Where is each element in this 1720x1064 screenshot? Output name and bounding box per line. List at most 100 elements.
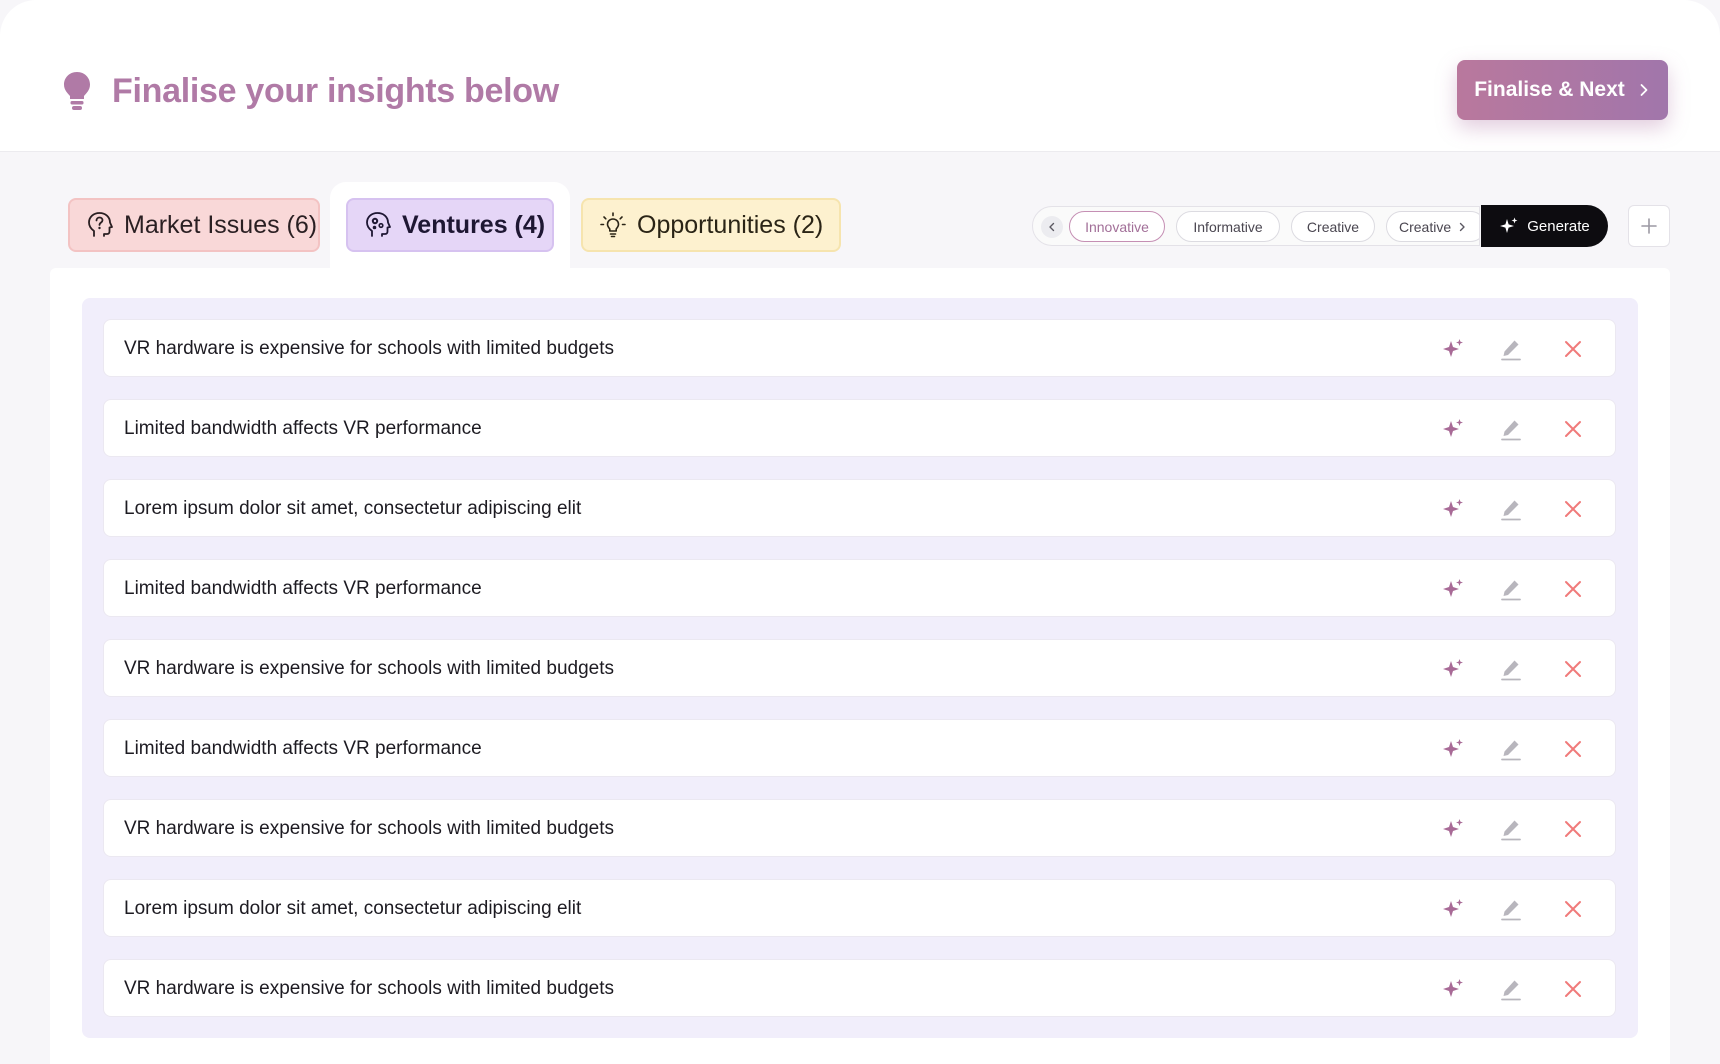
insight-row: Limited bandwidth affects VR performance bbox=[103, 719, 1616, 777]
regenerate-sparkle-button[interactable] bbox=[1440, 336, 1466, 362]
regenerate-sparkle-button[interactable] bbox=[1440, 896, 1466, 922]
edit-button[interactable] bbox=[1498, 336, 1524, 362]
insight-text: VR hardware is expensive for schools wit… bbox=[124, 978, 615, 999]
regenerate-sparkle-button[interactable] bbox=[1440, 576, 1466, 602]
chip-innovative[interactable]: Innovative bbox=[1069, 211, 1165, 242]
sparkle-icon bbox=[1443, 739, 1463, 757]
insight-text: Limited bandwidth affects VR performance bbox=[124, 738, 482, 759]
delete-button[interactable] bbox=[1560, 736, 1586, 762]
tab-opportunities[interactable]: Opportunities (2) bbox=[581, 198, 841, 252]
pencil-icon bbox=[1501, 340, 1521, 361]
sparkle-icon bbox=[1443, 419, 1463, 437]
pencil-icon bbox=[1501, 740, 1521, 761]
chip-scroll-left-button[interactable] bbox=[1041, 216, 1063, 238]
pencil-icon bbox=[1501, 500, 1521, 521]
close-icon bbox=[1565, 421, 1581, 437]
insight-text: VR hardware is expensive for schools wit… bbox=[124, 338, 615, 359]
chip-informative[interactable]: Informative bbox=[1176, 211, 1280, 242]
regenerate-sparkle-button[interactable] bbox=[1440, 416, 1466, 442]
insight-row: Lorem ipsum dolor sit amet, consectetur … bbox=[103, 879, 1616, 937]
close-icon bbox=[1565, 581, 1581, 597]
sparkle-icon bbox=[1443, 499, 1463, 517]
delete-button[interactable] bbox=[1560, 896, 1586, 922]
chevron-left-icon bbox=[1049, 222, 1055, 232]
insight-text: Lorem ipsum dolor sit amet, consectetur … bbox=[124, 898, 582, 919]
sparkle-icon bbox=[1443, 899, 1463, 917]
tab-opportunities-label: Opportunities (2) bbox=[637, 210, 824, 239]
sparkle-icon bbox=[1443, 579, 1463, 597]
sparkle-icon bbox=[1443, 339, 1463, 357]
delete-button[interactable] bbox=[1560, 976, 1586, 1002]
insight-row: VR hardware is expensive for schools wit… bbox=[103, 799, 1616, 857]
delete-button[interactable] bbox=[1560, 336, 1586, 362]
delete-button[interactable] bbox=[1560, 656, 1586, 682]
edit-button[interactable] bbox=[1498, 576, 1524, 602]
pencil-icon bbox=[1501, 580, 1521, 601]
insight-row: Limited bandwidth affects VR performance bbox=[103, 559, 1616, 617]
bulb-glow-icon bbox=[600, 212, 626, 238]
lightbulb-icon bbox=[64, 72, 90, 110]
edit-button[interactable] bbox=[1498, 896, 1524, 922]
header-bar: Finalise your insights below Finalise & … bbox=[0, 0, 1720, 152]
finalise-next-label: Finalise & Next bbox=[1474, 78, 1625, 101]
pencil-icon bbox=[1501, 980, 1521, 1001]
close-icon bbox=[1565, 341, 1581, 357]
sparkle-icon bbox=[1443, 819, 1463, 837]
pencil-icon bbox=[1501, 420, 1521, 441]
close-icon bbox=[1565, 661, 1581, 677]
delete-button[interactable] bbox=[1560, 576, 1586, 602]
edit-button[interactable] bbox=[1498, 976, 1524, 1002]
insight-text: VR hardware is expensive for schools wit… bbox=[124, 818, 615, 839]
chevron-right-icon bbox=[1640, 84, 1648, 96]
chevron-right-icon bbox=[1459, 222, 1465, 232]
sparkle-icon bbox=[1443, 979, 1463, 997]
chip-creative[interactable]: Creative bbox=[1291, 211, 1375, 242]
sparkle-icon bbox=[1443, 659, 1463, 677]
edit-button[interactable] bbox=[1498, 496, 1524, 522]
edit-button[interactable] bbox=[1498, 656, 1524, 682]
chip-scroll-right-button[interactable] bbox=[1451, 216, 1473, 238]
regenerate-sparkle-button[interactable] bbox=[1440, 976, 1466, 1002]
delete-button[interactable] bbox=[1560, 496, 1586, 522]
generate-label: Generate bbox=[1527, 217, 1590, 235]
head-gears-icon bbox=[366, 212, 391, 237]
insight-row: Limited bandwidth affects VR performance bbox=[103, 399, 1616, 457]
close-icon bbox=[1565, 501, 1581, 517]
tab-ventures[interactable]: Ventures (4) bbox=[346, 198, 554, 252]
close-icon bbox=[1565, 821, 1581, 837]
close-icon bbox=[1565, 981, 1581, 997]
insight-text: Limited bandwidth affects VR performance bbox=[124, 578, 482, 599]
sparkle-icon bbox=[1500, 217, 1518, 233]
regenerate-sparkle-button[interactable] bbox=[1440, 656, 1466, 682]
insight-row: VR hardware is expensive for schools wit… bbox=[103, 319, 1616, 377]
insight-row: VR hardware is expensive for schools wit… bbox=[103, 639, 1616, 697]
page-title: Finalise your insights below bbox=[112, 72, 559, 110]
tone-chip-bar: Innovative Informative Creative Creative bbox=[1032, 206, 1480, 246]
pencil-icon bbox=[1501, 820, 1521, 841]
tab-market-issues-label: Market Issues (6) bbox=[124, 210, 318, 239]
insight-text: VR hardware is expensive for schools wit… bbox=[124, 658, 615, 679]
insight-row: VR hardware is expensive for schools wit… bbox=[103, 959, 1616, 1017]
finalise-next-button[interactable]: Finalise & Next bbox=[1457, 60, 1668, 120]
regenerate-sparkle-button[interactable] bbox=[1440, 736, 1466, 762]
pencil-icon bbox=[1501, 900, 1521, 921]
close-icon bbox=[1565, 901, 1581, 917]
close-icon bbox=[1565, 741, 1581, 757]
regenerate-sparkle-button[interactable] bbox=[1440, 496, 1466, 522]
pencil-icon bbox=[1501, 660, 1521, 681]
plus-icon bbox=[1641, 218, 1657, 234]
tab-market-issues[interactable]: Market Issues (6) bbox=[68, 198, 320, 252]
insight-row: Lorem ipsum dolor sit amet, consectetur … bbox=[103, 479, 1616, 537]
add-item-button[interactable] bbox=[1628, 205, 1670, 247]
question-head-icon bbox=[88, 212, 113, 237]
edit-button[interactable] bbox=[1498, 416, 1524, 442]
insight-text: Limited bandwidth affects VR performance bbox=[124, 418, 482, 439]
generate-button[interactable]: Generate bbox=[1481, 205, 1608, 247]
regenerate-sparkle-button[interactable] bbox=[1440, 816, 1466, 842]
edit-button[interactable] bbox=[1498, 816, 1524, 842]
insight-text: Lorem ipsum dolor sit amet, consectetur … bbox=[124, 498, 582, 519]
delete-button[interactable] bbox=[1560, 816, 1586, 842]
edit-button[interactable] bbox=[1498, 736, 1524, 762]
delete-button[interactable] bbox=[1560, 416, 1586, 442]
tab-ventures-label: Ventures (4) bbox=[402, 210, 546, 239]
